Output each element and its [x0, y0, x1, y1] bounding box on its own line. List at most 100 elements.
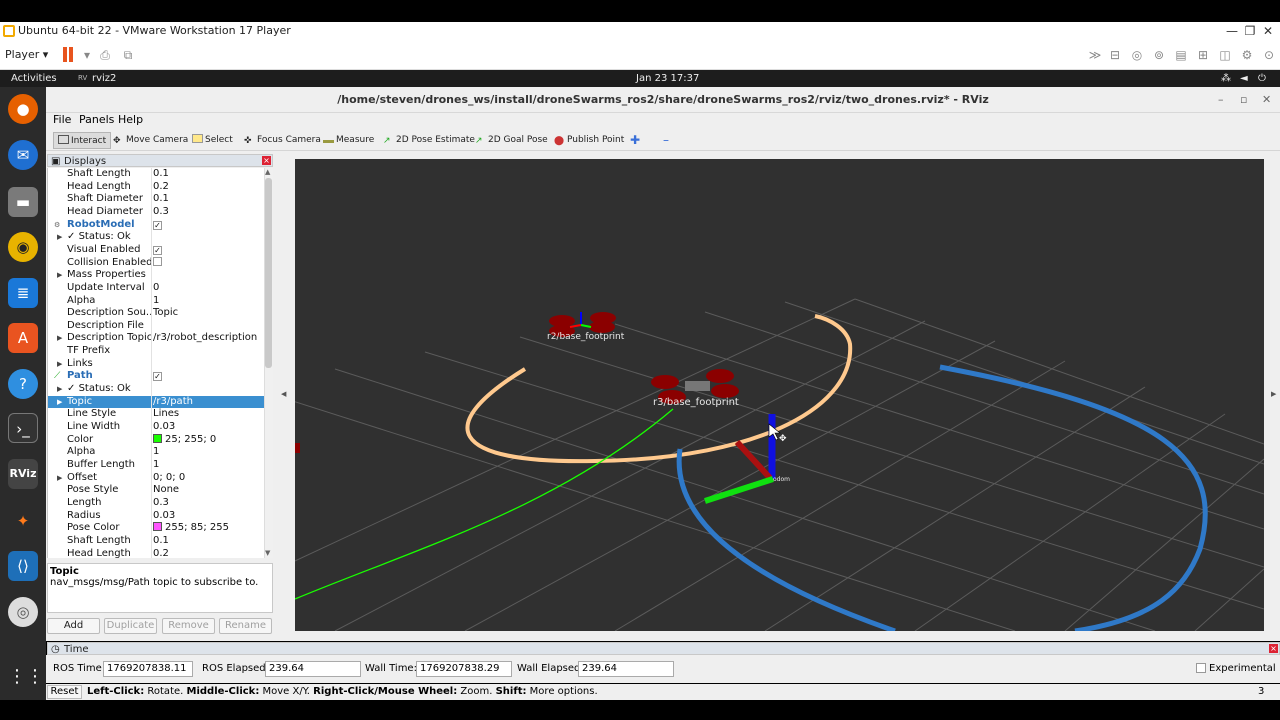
tree-row[interactable]: Pose Color 255; 85; 255 — [48, 522, 264, 535]
network-status-icon[interactable]: ⁂ — [1221, 70, 1231, 87]
tree-row[interactable]: ▶ ✓ Status: Ok — [48, 231, 264, 244]
rhythmbox-icon[interactable]: ◉ — [8, 232, 38, 262]
tool-focus-camera[interactable]: ✜ Focus Camera — [244, 132, 321, 149]
tree-row[interactable]: Visual Enabled ✓ — [48, 244, 264, 257]
ros-time-field[interactable]: 1769207838.11 — [103, 661, 193, 677]
tree-row[interactable]: ▶ Links — [48, 358, 264, 371]
tree-row[interactable]: Alpha 1 — [48, 295, 264, 308]
audio-icon[interactable]: ◫ — [1218, 48, 1232, 62]
menu-file[interactable]: File — [53, 113, 71, 126]
close-icon[interactable]: ✕ — [1258, 22, 1278, 40]
save-icon[interactable]: ▤ — [1174, 48, 1188, 62]
rviz-minimize-icon[interactable]: – — [1218, 87, 1224, 113]
tree-row[interactable]: ▶ Description Topic/r3/robot_description — [48, 332, 264, 345]
expand-arrow-icon[interactable]: ▶ — [57, 358, 62, 371]
tree-row[interactable]: Head Length 0.2 — [48, 181, 264, 194]
tree-row-topic-selected[interactable]: ▶ Topic/r3/path — [48, 395, 264, 409]
tree-row[interactable]: Description Sou... Topic — [48, 307, 264, 320]
tree-row[interactable]: Line Style Lines — [48, 408, 264, 421]
rviz-close-icon[interactable]: ✕ — [1262, 87, 1271, 113]
tree-row[interactable]: Length 0.3 — [48, 497, 264, 510]
collapse-left-icon[interactable]: ◀ — [281, 390, 286, 398]
wall-time-field[interactable]: 1769207838.29 — [416, 661, 512, 677]
tree-row[interactable]: Description File — [48, 320, 264, 333]
expand-arrow-icon[interactable]: ▶ — [57, 269, 62, 282]
terminal-icon[interactable]: ›_ — [8, 413, 38, 443]
writer-icon[interactable]: ≣ — [8, 278, 38, 308]
remove-button[interactable]: Remove — [162, 618, 215, 634]
tree-row[interactable]: Shaft Length 0.1 — [48, 535, 264, 548]
volume-icon[interactable]: ◄ — [1240, 70, 1248, 87]
app-menu[interactable]: rviz2 — [92, 70, 116, 87]
vscode-icon[interactable]: ⟨⟩ — [8, 551, 38, 581]
expand-arrow-icon[interactable]: ▶ — [57, 231, 62, 244]
disc-icon[interactable]: ◎ — [8, 597, 38, 627]
firefox-icon[interactable]: ● — [8, 94, 38, 124]
pose-color-swatch[interactable] — [153, 522, 162, 532]
power-icon[interactable]: ⏻ — [1258, 70, 1266, 87]
tree-row[interactable]: Shaft Diameter 0.1 — [48, 193, 264, 206]
menu-help[interactable]: Help — [118, 113, 143, 126]
fullscreen-icon[interactable]: ⧉ — [121, 48, 135, 62]
tree-row-robotmodel[interactable]: ⚙ RobotModel ✓ — [48, 219, 264, 232]
rviz-icon[interactable]: RViz — [8, 459, 38, 489]
remove-tool-icon[interactable]: – — [663, 132, 669, 149]
tree-row[interactable]: Buffer Length 1 — [48, 459, 264, 472]
displays-tree[interactable]: Shaft Length 0.1 Head Length 0.2 Shaft Dia… — [47, 168, 264, 558]
app-center-icon[interactable]: A — [8, 323, 38, 353]
tree-row[interactable]: Color 25; 255; 0 — [48, 433, 264, 447]
rviz-maximize-icon[interactable]: ▫ — [1240, 87, 1247, 113]
tree-row[interactable]: ▶ ✓ Status: Ok — [48, 383, 264, 396]
player-menu[interactable]: Player ▾ — [5, 48, 48, 61]
displays-scroll-thumb[interactable] — [265, 178, 272, 368]
add-tool-icon[interactable]: ✚ — [630, 132, 640, 149]
path-enabled-checkbox[interactable]: ✓ — [153, 372, 162, 382]
tool-measure[interactable]: Measure — [323, 132, 374, 149]
wall-elapsed-field[interactable]: 239.64 — [578, 661, 674, 677]
tree-row-path[interactable]: ⟋ Path ✓ — [48, 370, 264, 383]
activities-button[interactable]: Activities — [11, 70, 57, 87]
menu-panels[interactable]: Panels — [79, 113, 114, 126]
expand-arrow-icon[interactable]: ▶ — [57, 332, 62, 345]
tree-row[interactable]: Head Length 0.2 — [48, 548, 264, 559]
time-close-icon[interactable]: × — [1269, 644, 1278, 653]
tool-2d-goal-pose[interactable]: ↗ 2D Goal Pose — [475, 132, 548, 149]
scroll-up-icon[interactable]: ▲ — [265, 168, 270, 176]
tree-row[interactable]: Collision Enabled — [48, 256, 264, 270]
tree-row[interactable]: Line Width 0.03 — [48, 421, 264, 434]
forward-icon[interactable]: ≫ — [1088, 48, 1102, 62]
duplicate-button[interactable]: Duplicate — [104, 618, 157, 634]
collapse-right-icon[interactable]: ▶ — [1271, 390, 1276, 398]
expand-arrow-icon[interactable]: ▶ — [57, 396, 62, 409]
tool-publish-point[interactable]: ⬤ Publish Point — [554, 132, 624, 149]
tree-row[interactable]: Head Diameter 0.3 — [48, 206, 264, 219]
tree-row[interactable]: Radius 0.03 — [48, 510, 264, 523]
tool-2d-pose-estimate[interactable]: ↗ 2D Pose Estimate — [383, 132, 475, 149]
color-swatch[interactable] — [153, 433, 162, 443]
3d-viewport[interactable]: r2/base_footprint r3/base_footprint odom… — [295, 159, 1264, 631]
expand-arrow-icon[interactable]: ▶ — [57, 383, 62, 396]
network-icon[interactable]: ◎ — [1130, 48, 1144, 62]
settings-icon[interactable]: ⚙ — [1240, 48, 1254, 62]
pause-icon[interactable] — [63, 47, 67, 62]
collision-enabled-checkbox[interactable] — [153, 256, 162, 266]
rename-button[interactable]: Rename — [219, 618, 272, 634]
expand-arrow-icon[interactable]: ▶ — [57, 472, 62, 485]
help-icon[interactable]: ? — [8, 369, 38, 399]
message-icon[interactable]: ⊙ — [1262, 48, 1276, 62]
disk-icon[interactable]: ⊟ — [1108, 48, 1122, 62]
scroll-down-icon[interactable]: ▼ — [265, 549, 270, 557]
cd-icon[interactable]: ⊚ — [1152, 48, 1166, 62]
clock[interactable]: Jan 23 17:37 — [636, 70, 699, 87]
experimental-checkbox[interactable] — [1196, 663, 1206, 673]
thunderbird-icon[interactable]: ✉ — [8, 140, 38, 170]
tree-row[interactable]: Alpha 1 — [48, 446, 264, 459]
gazebo-icon[interactable]: ✦ — [8, 506, 38, 536]
tree-row[interactable]: Update Interval 0 — [48, 282, 264, 295]
tool-select[interactable]: Select — [192, 132, 233, 149]
tree-row[interactable]: Pose Style None — [48, 484, 264, 497]
tool-move-camera[interactable]: ✥ Move Camera — [113, 132, 188, 149]
show-apps-icon[interactable]: ⋮⋮ — [8, 662, 44, 692]
tool-interact[interactable]: Interact — [53, 132, 112, 149]
usb-icon[interactable]: ⊞ — [1196, 48, 1210, 62]
